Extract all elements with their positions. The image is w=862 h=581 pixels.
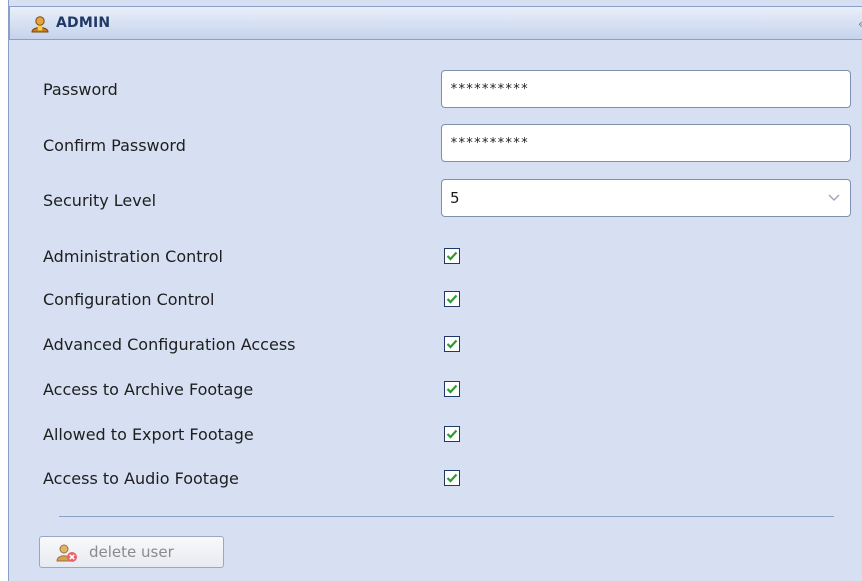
checkmark-icon xyxy=(446,339,458,349)
administration-control-checkbox[interactable] xyxy=(444,248,460,264)
confirm-password-field[interactable]: ********** xyxy=(441,124,851,162)
divider xyxy=(59,516,834,517)
permission-label-audio-footage: Access to Audio Footage xyxy=(43,469,239,488)
chevron-down-icon xyxy=(828,194,840,201)
permission-label-export-footage: Allowed to Export Footage xyxy=(43,425,254,444)
confirm-password-label: Confirm Password xyxy=(43,136,186,155)
delete-user-button[interactable]: delete user xyxy=(39,536,224,568)
security-level-label: Security Level xyxy=(43,191,157,210)
advanced-configuration-access-checkbox[interactable] xyxy=(444,336,460,352)
delete-user-icon xyxy=(56,544,77,562)
collapse-icon[interactable]: « xyxy=(858,17,862,31)
panel-title: ADMIN xyxy=(56,15,111,31)
configuration-control-checkbox[interactable] xyxy=(444,291,460,307)
admin-panel: ADMIN « Password ********** Confirm Pass… xyxy=(8,0,862,581)
permission-label-archive-footage: Access to Archive Footage xyxy=(43,380,254,399)
access-archive-footage-checkbox[interactable] xyxy=(444,381,460,397)
checkmark-icon xyxy=(446,294,458,304)
access-audio-footage-checkbox[interactable] xyxy=(444,470,460,486)
password-field[interactable]: ********** xyxy=(441,70,851,108)
delete-user-label: delete user xyxy=(89,543,174,561)
password-label: Password xyxy=(43,80,118,99)
allowed-export-footage-checkbox[interactable] xyxy=(444,426,460,442)
panel-header[interactable]: ADMIN « xyxy=(9,6,862,40)
checkmark-icon xyxy=(446,429,458,439)
checkmark-icon xyxy=(446,473,458,483)
security-level-value: 5 xyxy=(450,189,460,207)
security-level-select[interactable]: 5 xyxy=(441,179,851,217)
permission-label-administration: Administration Control xyxy=(43,247,223,266)
checkmark-icon xyxy=(446,384,458,394)
permission-label-advanced-configuration: Advanced Configuration Access xyxy=(43,335,296,354)
checkmark-icon xyxy=(446,251,458,261)
user-icon xyxy=(31,16,49,33)
permission-label-configuration: Configuration Control xyxy=(43,290,215,309)
